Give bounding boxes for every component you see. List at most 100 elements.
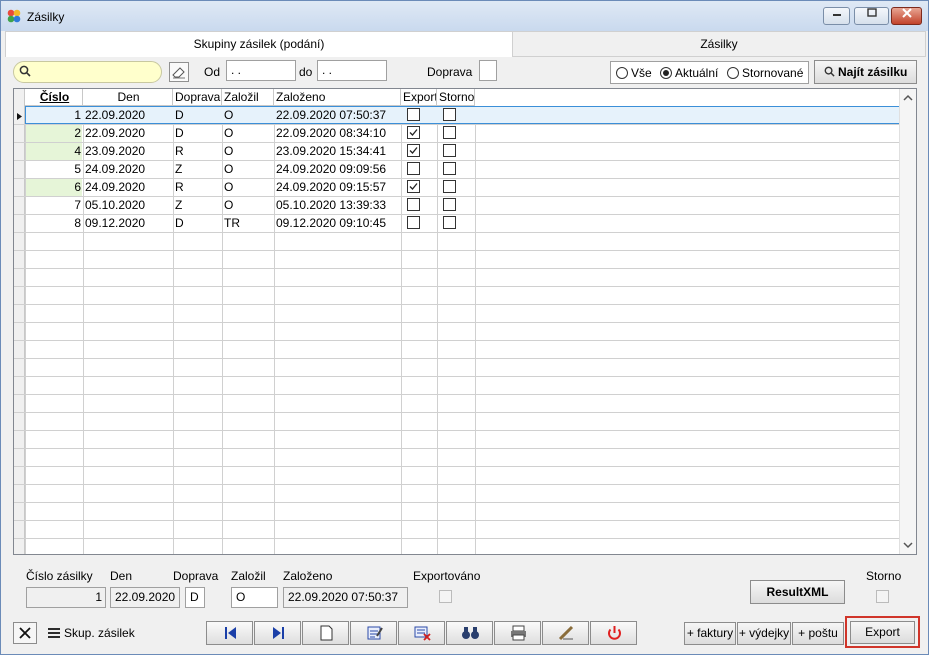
binoculars-icon <box>462 627 479 639</box>
tab-label: Skupiny zásilek (podání) <box>193 37 325 51</box>
cell-cislo: 6 <box>74 180 81 194</box>
radio-current-label: Aktuální <box>675 66 719 80</box>
first-record-button[interactable] <box>206 621 253 645</box>
checkmark-icon <box>409 183 418 190</box>
cell-den: 05.10.2020 <box>85 198 146 212</box>
cell-den: 09.12.2020 <box>85 216 146 230</box>
radio-current[interactable] <box>660 67 672 79</box>
storno-checkbox[interactable] <box>443 180 456 193</box>
storno-checkbox[interactable] <box>443 216 456 229</box>
window-title: Zásilky <box>27 10 65 24</box>
export-button[interactable]: Export <box>850 621 915 644</box>
tab-skupiny[interactable]: Skupiny zásilek (podání) <box>5 31 513 57</box>
close-icon <box>19 627 31 639</box>
cell-den: 22.09.2020 <box>85 126 146 140</box>
cell-zalozil: O <box>224 180 234 194</box>
close-window-button[interactable] <box>891 7 922 25</box>
grid-row-line <box>14 250 900 251</box>
minimize-button[interactable] <box>823 7 850 25</box>
add-posta-button[interactable]: + poštu <box>792 622 844 645</box>
cell-doprava: D <box>175 126 184 140</box>
resultxml-button[interactable]: ResultXML <box>750 580 845 604</box>
vertical-scrollbar[interactable] <box>899 89 916 554</box>
checkmark-icon <box>409 129 418 136</box>
detail-panel: Číslo zásilky 1 Den 22.09.2020 Doprava D… <box>13 557 917 613</box>
find-record-button[interactable] <box>446 621 493 645</box>
grid-row-line <box>14 340 900 341</box>
grid-row-line <box>14 232 900 233</box>
col-header-zalozeno[interactable]: Založeno <box>274 89 401 106</box>
col-header-doprava[interactable]: Doprava <box>173 89 222 106</box>
doprava-label: Doprava <box>173 569 219 583</box>
radio-cancelled-label: Stornované <box>742 66 804 80</box>
last-record-button[interactable] <box>254 621 301 645</box>
skup-zasilek-label[interactable]: Skup. zásilek <box>64 626 135 640</box>
export-checkbox[interactable] <box>407 162 420 175</box>
print-button[interactable] <box>494 621 541 645</box>
storno-checkbox[interactable] <box>443 108 456 121</box>
grid-row-line <box>14 502 900 503</box>
cell-cislo: 8 <box>74 216 81 230</box>
radio-all[interactable] <box>616 67 628 79</box>
tab-zasilky[interactable]: Zásilky <box>513 31 926 57</box>
export-checkbox[interactable] <box>407 144 420 157</box>
storno-checkbox[interactable] <box>443 126 456 139</box>
col-header-cislo[interactable]: Číslo <box>25 89 83 106</box>
clear-search-button[interactable] <box>169 62 189 82</box>
export-checkbox[interactable] <box>407 216 420 229</box>
grid-row-line <box>14 358 900 359</box>
maximize-button[interactable] <box>854 7 889 25</box>
search-input[interactable] <box>13 61 162 83</box>
cell-zalozeno: 22.09.2020 07:50:37 <box>276 108 387 122</box>
edit-record-button[interactable] <box>350 621 397 645</box>
add-vydejky-button[interactable]: + výdejky <box>737 622 791 645</box>
col-header-zalozil[interactable]: Založil <box>222 89 274 106</box>
export-checkbox[interactable] <box>407 180 420 193</box>
doprava-filter-field[interactable] <box>479 60 497 81</box>
grid-row-line <box>14 484 900 485</box>
col-header-den[interactable]: Den <box>83 89 173 106</box>
settings-button[interactable] <box>542 621 589 645</box>
minimize-icon <box>832 14 841 16</box>
cell-den: 22.09.2020 <box>85 108 146 122</box>
export-checkbox[interactable] <box>407 126 420 139</box>
app-logo-icon <box>7 9 21 23</box>
den-label: Den <box>110 569 133 583</box>
power-icon <box>608 626 621 640</box>
delete-button[interactable] <box>13 622 37 644</box>
od-date-field[interactable]: . . <box>226 60 296 81</box>
doprava-filter-label: Doprava <box>427 65 473 79</box>
export-checkbox[interactable] <box>407 198 420 211</box>
cell-zalozil: O <box>224 144 234 158</box>
cell-doprava: R <box>175 144 184 158</box>
add-invoices-button[interactable]: + faktury <box>684 622 736 645</box>
cell-zalozeno: 24.09.2020 09:15:57 <box>276 180 387 194</box>
grid-row-line <box>14 304 900 305</box>
cell-doprava: D <box>175 108 184 122</box>
cell-zalozeno: 05.10.2020 13:39:33 <box>276 198 387 212</box>
storno-checkbox[interactable] <box>443 198 456 211</box>
cell-den: 24.09.2020 <box>85 162 146 176</box>
delete-record-button[interactable] <box>398 621 445 645</box>
eraser-icon <box>172 67 185 79</box>
maximize-icon <box>866 8 877 17</box>
cell-doprava: R <box>175 180 184 194</box>
radio-cancelled[interactable] <box>727 67 739 79</box>
last-record-icon <box>273 627 284 639</box>
storno-checkbox[interactable] <box>443 144 456 157</box>
do-date-field[interactable]: . . <box>317 60 387 81</box>
power-button[interactable] <box>590 621 637 645</box>
cell-doprava: Z <box>175 198 183 212</box>
status-filter-group: Vše Aktuální Stornované <box>610 61 809 84</box>
find-shipment-button[interactable]: Najít zásilku <box>814 60 917 84</box>
col-header-storno[interactable]: Storno <box>437 89 475 106</box>
storno-label: Storno <box>866 569 902 583</box>
storno-checkbox[interactable] <box>443 162 456 175</box>
export-checkbox[interactable] <box>407 108 420 121</box>
col-header-export[interactable]: Export <box>401 89 437 106</box>
new-record-button[interactable] <box>302 621 349 645</box>
shipment-groups-table: Číslo Den Doprava Založil Založeno Expor… <box>13 88 917 555</box>
cell-zalozil: O <box>224 108 234 122</box>
zalozeno-label: Založeno <box>283 569 333 583</box>
zalozil-field: O <box>231 587 278 608</box>
